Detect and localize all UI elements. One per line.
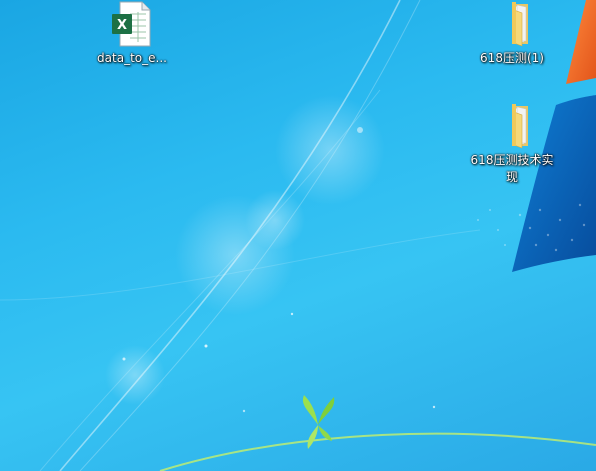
desktop-icon-folder-618-test[interactable]: 618压测(1): [467, 0, 557, 67]
excel-file-icon: X: [112, 1, 151, 47]
desktop-icon-label: 618压测(1): [480, 51, 544, 65]
desktop-icon-folder-618-implementation[interactable]: 618压测技术实现: [467, 102, 557, 186]
svg-text:X: X: [117, 18, 127, 33]
desktop-wallpaper: [0, 0, 596, 471]
desktop-icon-excel-file[interactable]: X data_to_e...: [87, 0, 177, 67]
folder-icon: [512, 104, 528, 149]
desktop-icon-label: 618压测技术实现: [470, 153, 554, 184]
folder-icon: [512, 2, 528, 47]
desktop[interactable]: X data_to_e... 618压测(1) 618压测技术实现: [0, 0, 596, 471]
desktop-icon-label: data_to_e...: [97, 51, 167, 65]
